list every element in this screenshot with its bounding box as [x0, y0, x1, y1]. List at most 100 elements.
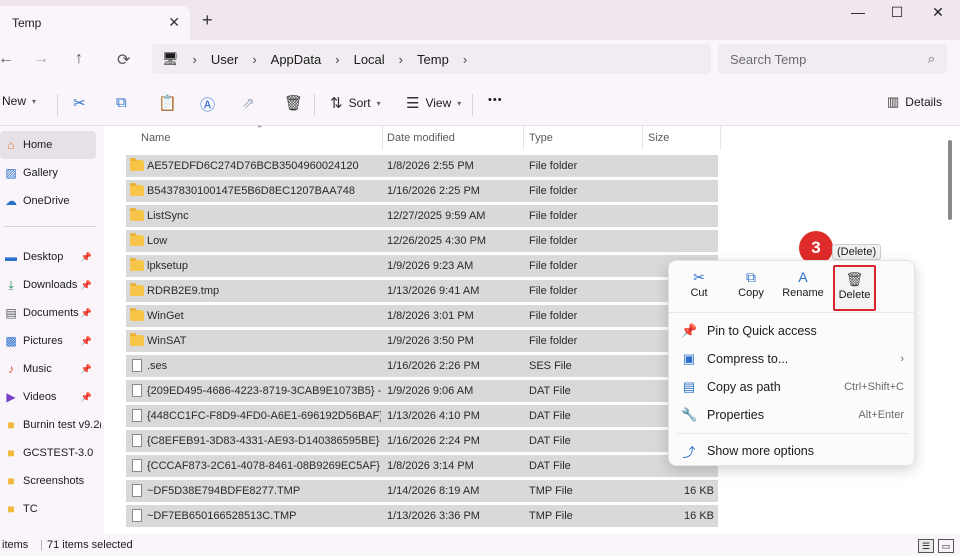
- file-date: 1/9/2026 9:23 AM: [387, 260, 474, 272]
- copy-button[interactable]: ⧉: [116, 94, 127, 111]
- forward-button[interactable]: →: [33, 50, 49, 68]
- context-pin-quick-access[interactable]: 📌 Pin to Quick access: [669, 317, 916, 345]
- breadcrumb-appdata[interactable]: AppData: [271, 52, 322, 67]
- more-options-button[interactable]: •••: [488, 94, 503, 106]
- details-label: Details: [905, 95, 942, 109]
- file-row[interactable]: RDRB2E9.tmp 1/13/2026 9:41 AM File folder: [126, 280, 718, 302]
- more-icon: •••: [488, 94, 503, 106]
- context-cut-button[interactable]: ✂ Cut: [674, 269, 724, 309]
- paste-button[interactable]: 📋: [158, 94, 177, 112]
- column-header-name[interactable]: Name: [141, 132, 170, 144]
- details-pane-button[interactable]: ▥ Details: [887, 94, 942, 110]
- file-row[interactable]: B5437830100147E5B6D8EC1207BAA748 1/16/202…: [126, 180, 718, 202]
- sidebar-item-screenshots[interactable]: ■ Screenshots: [0, 467, 104, 495]
- new-label: New: [2, 94, 27, 108]
- file-type: TMP File: [529, 485, 573, 497]
- breadcrumb-separator: ›: [335, 51, 340, 67]
- column-divider[interactable]: [642, 126, 643, 150]
- file-icon: [132, 409, 142, 422]
- file-row[interactable]: WinGet 1/8/2026 3:01 PM File folder: [126, 305, 718, 327]
- vertical-scrollbar[interactable]: [948, 140, 952, 220]
- context-compress-to[interactable]: ▣ Compress to... ›: [669, 345, 916, 373]
- file-row[interactable]: Low 12/26/2025 4:30 PM File folder: [126, 230, 718, 252]
- close-tab-icon[interactable]: ✕: [168, 14, 180, 31]
- file-type: File folder: [529, 210, 578, 222]
- minimize-button[interactable]: —: [838, 4, 878, 24]
- address-row: ← → ↑ ⟳ 🖥 › User › AppData › Local › Tem…: [0, 40, 960, 80]
- chevron-down-icon: ▾: [376, 98, 381, 108]
- share-button[interactable]: ⇗: [242, 94, 255, 112]
- sidebar-item-pictures[interactable]: ▩ Pictures 📌: [0, 327, 104, 355]
- sidebar-item-label: OneDrive: [23, 195, 70, 207]
- tab-temp[interactable]: Temp ✕: [0, 6, 190, 40]
- maximize-button[interactable]: ☐: [877, 4, 917, 24]
- view-button[interactable]: ☰ View ▾: [406, 94, 461, 112]
- sidebar-item-music[interactable]: ♪ Music 📌: [0, 355, 104, 383]
- search-input[interactable]: Search Temp ⌕: [718, 44, 947, 74]
- file-row[interactable]: lpksetup 1/9/2026 9:23 AM File folder: [126, 255, 718, 277]
- sidebar-item-label: Screenshots: [23, 475, 85, 487]
- breadcrumb-user[interactable]: User: [211, 52, 238, 67]
- column-header-size[interactable]: Size: [648, 132, 669, 144]
- status-bar: items | 71 items selected ☰ ▭: [0, 534, 960, 556]
- column-divider[interactable]: [523, 126, 524, 150]
- folder-icon: [130, 283, 144, 296]
- sidebar-item-tc[interactable]: ■ TC: [0, 495, 104, 523]
- cut-button[interactable]: ✂: [73, 94, 86, 112]
- context-item-label: Pin to Quick access: [707, 324, 817, 338]
- file-row[interactable]: ~DF7EB650166528513C.TMP 1/13/2026 3:36 PM…: [126, 505, 718, 527]
- sidebar-item-onedrive[interactable]: ☁ OneDrive: [0, 187, 104, 215]
- refresh-button[interactable]: ⟳: [117, 50, 130, 70]
- details-view-icon[interactable]: ☰: [918, 539, 934, 553]
- up-button[interactable]: ↑: [75, 50, 83, 68]
- context-copy-as-path[interactable]: ▤ Copy as path Ctrl+Shift+C: [669, 373, 916, 401]
- sort-button[interactable]: ⇅ Sort ▾: [330, 94, 381, 112]
- pictures-icon: ▩: [5, 334, 17, 348]
- tiles-view-icon[interactable]: ▭: [938, 539, 954, 553]
- context-copy-button[interactable]: ⧉ Copy: [726, 269, 776, 309]
- sidebar-item-gcstest[interactable]: ■ GCSTEST-3.0: [0, 439, 104, 467]
- sidebar-item-burnin-test[interactable]: ■ Burnin test v9.2(: [0, 411, 104, 439]
- file-row[interactable]: ListSync 12/27/2025 9:59 AM File folder: [126, 205, 718, 227]
- column-header-date[interactable]: Date modified: [387, 132, 455, 144]
- file-row[interactable]: .ses 1/16/2026 2:26 PM SES File: [126, 355, 718, 377]
- column-divider[interactable]: [720, 126, 721, 150]
- rename-button[interactable]: Ⓐ: [200, 94, 215, 115]
- breadcrumb-temp[interactable]: Temp: [417, 52, 449, 67]
- folder-icon: [130, 183, 144, 196]
- context-properties[interactable]: 🔧 Properties Alt+Enter: [669, 401, 916, 429]
- folder-icon: ■: [7, 474, 15, 488]
- breadcrumb-separator: ›: [462, 51, 468, 67]
- back-button[interactable]: ←: [0, 50, 14, 68]
- file-name: {209ED495-4686-4223-8719-3CAB9E1073B5} -…: [147, 385, 381, 397]
- context-delete-button[interactable]: 🗑 Delete: [833, 265, 876, 311]
- new-button[interactable]: New ▾: [2, 94, 36, 108]
- desktop-icon: ▬: [5, 250, 17, 264]
- file-row[interactable]: AE57EDFD6C274D76BCB3504960024120 1/8/2026…: [126, 155, 718, 177]
- context-rename-button[interactable]: A Rename: [778, 269, 828, 309]
- address-bar[interactable]: 🖥 › User › AppData › Local › Temp ›: [152, 44, 711, 74]
- file-row[interactable]: WinSAT 1/9/2026 3:50 PM File folder: [126, 330, 718, 352]
- file-type: File folder: [529, 310, 578, 322]
- sidebar-item-gallery[interactable]: ▨ Gallery: [0, 159, 104, 187]
- context-show-more-options[interactable]: ⤴ Show more options: [669, 437, 916, 465]
- breadcrumb-local[interactable]: Local: [354, 52, 385, 67]
- delete-button[interactable]: 🗑: [284, 94, 303, 112]
- close-window-button[interactable]: ✕: [918, 4, 958, 24]
- file-icon: [132, 384, 142, 397]
- sidebar-item-downloads[interactable]: ⤓ Downloads 📌: [0, 271, 104, 299]
- file-row[interactable]: {209ED495-4686-4223-8719-3CAB9E1073B5} -…: [126, 380, 718, 402]
- home-icon: ⌂: [7, 138, 15, 152]
- file-row[interactable]: {CCCAF873-2C61-4078-8461-08B9269EC5AF} -…: [126, 455, 718, 477]
- column-divider[interactable]: [382, 126, 383, 150]
- column-header-type[interactable]: Type: [529, 132, 553, 144]
- file-row[interactable]: ~DF5D38E794BDFE8277.TMP 1/14/2026 8:19 AM…: [126, 480, 718, 502]
- file-row[interactable]: {448CC1FC-F8D9-4FD0-A6E1-696192D56BAF} .…: [126, 405, 718, 427]
- sidebar-item-desktop[interactable]: ▬ Desktop 📌: [0, 243, 104, 271]
- sidebar-item-videos[interactable]: ▶ Videos 📌: [0, 383, 104, 411]
- sidebar-item-home[interactable]: ⌂ Home: [0, 131, 96, 159]
- file-row[interactable]: {C8EFEB91-3D83-4331-AE93-D140386595BE} -…: [126, 430, 718, 452]
- file-icon: [132, 459, 142, 472]
- new-tab-button[interactable]: +: [202, 10, 213, 31]
- sidebar-item-documents[interactable]: ▤ Documents 📌: [0, 299, 104, 327]
